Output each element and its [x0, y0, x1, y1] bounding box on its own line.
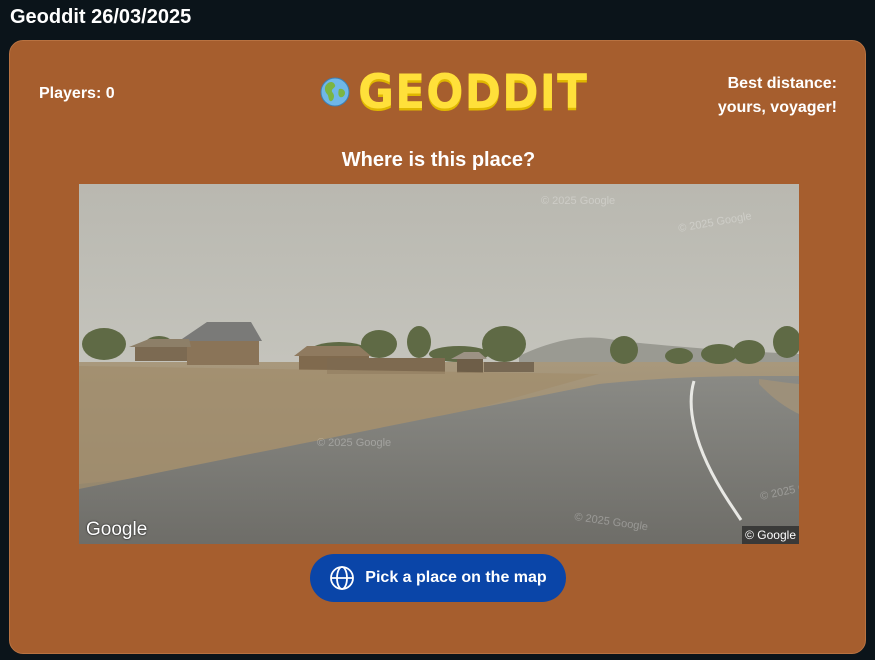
best-distance-label: Best distance:	[727, 75, 837, 92]
best-distance: Best distance: yours, voyager!	[718, 72, 837, 120]
globe-americas-icon	[320, 77, 350, 107]
game-card: Players: 0 GEODDIT Best distance: yours,…	[9, 40, 866, 654]
logo-text: GEODDIT	[358, 64, 589, 120]
page-title: Geoddit 26/03/2025	[10, 6, 192, 28]
best-distance-value: yours, voyager!	[717, 99, 837, 116]
google-copyright[interactable]: © Google	[742, 526, 799, 544]
street-view-scene: © 2025 Google © 2025 Google © 2025 Googl…	[79, 184, 799, 544]
pick-place-label: Pick a place on the map	[365, 569, 547, 586]
street-view-image[interactable]: © 2025 Google © 2025 Google © 2025 Googl…	[79, 184, 799, 544]
players-count: Players: 0	[39, 85, 115, 102]
watermark: © 2025 Google	[317, 437, 391, 449]
geoddit-logo: GEODDIT	[320, 64, 589, 120]
pick-place-button[interactable]: Pick a place on the map	[310, 554, 566, 602]
watermark: © 2025 Google	[541, 195, 615, 207]
google-logo: Google	[86, 519, 148, 540]
question-heading: Where is this place?	[341, 149, 536, 171]
globe-icon	[330, 566, 355, 590]
